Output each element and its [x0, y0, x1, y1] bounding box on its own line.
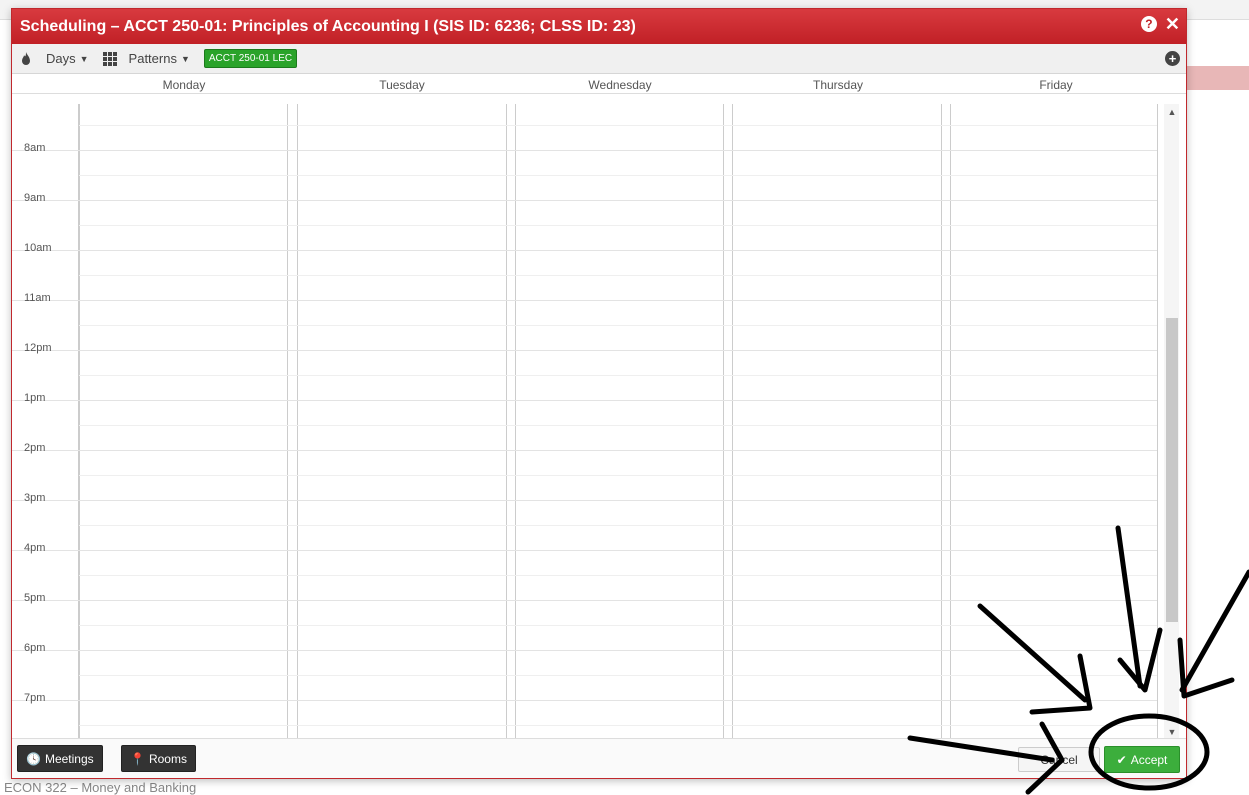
dialog-header: Scheduling – ACCT 250-01: Principles of …: [12, 9, 1186, 44]
half-hour-gridline: [79, 175, 1157, 176]
day-friday: Friday: [1039, 78, 1073, 92]
half-hour-gridline: [79, 225, 1157, 226]
meetings-button[interactable]: 🕓 Meetings: [17, 745, 103, 772]
calendar-grid[interactable]: 8am 9am 10am 11am 12pm 1pm 2pm 3pm 4pm 5pm 6pm 7pm …: [12, 104, 1186, 740]
caret-down-icon: ▼: [180, 53, 190, 64]
dialog-title: Scheduling – ACCT 250-01: Principles of …: [20, 17, 636, 35]
half-hour-gridline: [79, 325, 1157, 326]
time-label: 12pm: [24, 342, 52, 354]
days-label: Days: [46, 51, 76, 66]
half-hour-gridline: [79, 425, 1157, 426]
scroll-up-icon[interactable]: ▲: [1166, 107, 1178, 117]
hour-gridline: [12, 350, 1157, 351]
check-icon: ✔: [1116, 752, 1127, 767]
hour-gridline: [12, 200, 1157, 201]
scroll-down-icon[interactable]: ▼: [1166, 727, 1178, 737]
half-hour-gridline: [79, 125, 1157, 126]
hour-gridline: [12, 500, 1157, 501]
hour-gridline: [12, 300, 1157, 301]
hour-gridline: [12, 700, 1157, 701]
day-tuesday: Tuesday: [379, 78, 425, 92]
calendar-scrollbar[interactable]: ▲ ▼: [1164, 104, 1179, 740]
hour-gridline: [12, 600, 1157, 601]
dialog-toolbar: Days ▼ Patterns ▼ ACCT 250-01 LEC +: [12, 44, 1186, 74]
time-label: 7pm: [24, 692, 46, 704]
section-badge[interactable]: ACCT 250-01 LEC: [203, 49, 298, 68]
patterns-dropdown[interactable]: Patterns ▼: [129, 51, 190, 66]
time-label: 8am: [24, 142, 46, 154]
half-hour-gridline: [79, 725, 1157, 726]
scheduling-dialog: Scheduling – ACCT 250-01: Principles of …: [11, 8, 1187, 779]
hour-gridline: [12, 450, 1157, 451]
half-hour-gridline: [79, 625, 1157, 626]
accept-button[interactable]: ✔ Accept: [1104, 746, 1180, 773]
cancel-label: Cancel: [1040, 752, 1078, 767]
hour-gridline: [12, 250, 1157, 251]
hour-gridline: [12, 650, 1157, 651]
map-marker-icon: 📍: [130, 751, 145, 766]
half-hour-gridline: [79, 275, 1157, 276]
fire-icon[interactable]: [20, 51, 32, 66]
rooms-label: Rooms: [148, 751, 187, 766]
day-thursday: Thursday: [812, 78, 864, 92]
accept-label: Accept: [1130, 752, 1168, 767]
time-label: 10am: [24, 242, 52, 254]
background-course-text: ECON 322 – Money and Banking: [4, 780, 197, 795]
half-hour-gridline: [79, 525, 1157, 526]
time-label: 6pm: [24, 642, 46, 654]
close-icon[interactable]: ✕: [1165, 15, 1180, 33]
rooms-button[interactable]: 📍 Rooms: [121, 745, 196, 772]
patterns-label: Patterns: [128, 51, 177, 66]
meetings-label: Meetings: [44, 751, 94, 766]
time-label: 3pm: [24, 492, 46, 504]
time-label: 5pm: [24, 592, 46, 604]
time-label: 1pm: [24, 392, 46, 404]
day-monday: Monday: [162, 78, 206, 92]
plus-circle-icon[interactable]: +: [1165, 51, 1180, 66]
half-hour-gridline: [79, 575, 1157, 576]
clock-icon: 🕓: [26, 751, 41, 766]
background-highlight: [1186, 66, 1249, 90]
caret-down-icon: ▼: [79, 53, 89, 64]
hour-gridline: [12, 400, 1157, 401]
grid-icon[interactable]: [102, 51, 117, 66]
half-hour-gridline: [79, 675, 1157, 676]
time-label: 2pm: [24, 442, 46, 454]
half-hour-gridline: [79, 475, 1157, 476]
time-label: 4pm: [24, 542, 46, 554]
hour-gridline: [12, 550, 1157, 551]
cancel-button[interactable]: Cancel: [1018, 747, 1100, 772]
days-dropdown[interactable]: Days ▼: [46, 51, 89, 66]
dialog-footer: 🕓 Meetings 📍 Rooms Cancel ✔ Accept: [12, 738, 1186, 778]
time-label: 9am: [24, 192, 46, 204]
scroll-thumb[interactable]: [1166, 318, 1178, 622]
hour-gridline: [12, 150, 1157, 151]
day-header-row: Monday Tuesday Wednesday Thursday Friday: [12, 74, 1186, 94]
help-icon[interactable]: ?: [1140, 16, 1157, 32]
day-wednesday: Wednesday: [588, 78, 652, 92]
half-hour-gridline: [79, 375, 1157, 376]
time-label: 11am: [24, 292, 51, 304]
